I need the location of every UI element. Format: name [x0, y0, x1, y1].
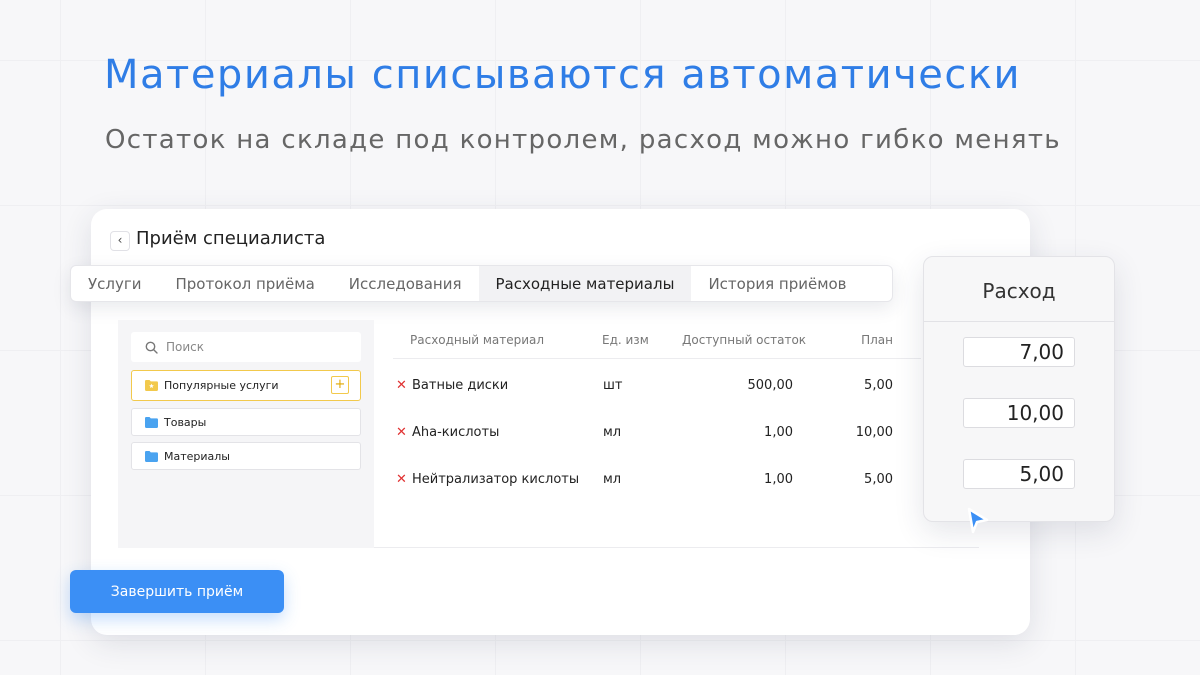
column-header: План	[861, 333, 893, 347]
finish-appointment-button[interactable]: Завершить приём	[70, 570, 284, 613]
column-header: Ед. изм	[602, 333, 649, 347]
unit: мл	[603, 472, 622, 487]
table-header: Расходный материал Ед. изм Доступный ост…	[393, 320, 921, 359]
table-row: ✕ Ватные диски шт 500,00 5,00	[393, 359, 921, 406]
tab-research[interactable]: Исследования	[332, 266, 479, 301]
pointer-cursor-icon	[967, 507, 989, 534]
folder-materials[interactable]: Материалы	[131, 442, 361, 470]
available-stock: 1,00	[764, 472, 793, 487]
folder-goods[interactable]: Товары	[131, 408, 361, 436]
column-header: Доступный остаток	[682, 333, 807, 347]
chevron-left-icon: ‹	[117, 233, 123, 247]
available-stock: 1,00	[764, 425, 793, 440]
table-divider	[374, 547, 979, 548]
folder-icon	[145, 450, 158, 462]
consumption-input[interactable]: 7,00	[963, 337, 1075, 367]
card-title: Приём специалиста	[136, 228, 326, 249]
material-name: Ватные диски	[412, 378, 509, 393]
tab-services[interactable]: Услуги	[71, 266, 158, 301]
available-stock: 500,00	[747, 378, 794, 393]
divider	[924, 321, 1114, 322]
folder-label: Материалы	[164, 449, 230, 463]
star-folder-icon	[145, 380, 158, 391]
material-name: Aha-кислоты	[412, 425, 500, 440]
consumption-input[interactable]: 5,00	[963, 459, 1075, 489]
consumption-input[interactable]: 10,00	[963, 398, 1075, 428]
folder-popular-services[interactable]: Популярные услуги +	[131, 370, 361, 401]
consumption-title: Расход	[982, 279, 1056, 303]
folder-icon	[145, 416, 158, 428]
back-button[interactable]: ‹	[110, 231, 130, 251]
unit: мл	[603, 425, 622, 440]
unit: шт	[603, 378, 623, 393]
plan-value: 5,00	[864, 378, 893, 393]
remove-icon[interactable]: ✕	[396, 472, 407, 487]
add-button[interactable]: +	[331, 376, 349, 394]
material-name: Нейтрализатор кислоты	[412, 472, 580, 487]
folder-label: Популярные услуги	[164, 379, 279, 392]
tab-bar: Услуги Протокол приёма Исследования Расх…	[70, 265, 893, 302]
column-header: Расходный материал	[410, 333, 545, 347]
search-icon	[145, 341, 158, 354]
search-placeholder: Поиск	[166, 340, 205, 354]
table-row: ✕ Нейтрализатор кислоты мл 1,00 5,00	[393, 453, 921, 500]
tab-protocol[interactable]: Протокол приёма	[158, 266, 331, 301]
consumption-panel: Расход 7,00 10,00 5,00	[923, 256, 1115, 522]
remove-icon[interactable]: ✕	[396, 425, 407, 440]
tab-history[interactable]: История приёмов	[691, 266, 863, 301]
tab-consumables[interactable]: Расходные материалы	[478, 266, 692, 301]
table-row: ✕ Aha-кислоты мл 1,00 10,00	[393, 406, 921, 453]
page-subheadline: Остаток на складе под контролем, расход …	[105, 125, 1061, 155]
remove-icon[interactable]: ✕	[396, 378, 407, 393]
page-headline: Материалы списываются автоматически	[104, 52, 1021, 98]
consumables-table: Расходный материал Ед. изм Доступный ост…	[393, 320, 921, 500]
plan-value: 5,00	[864, 472, 893, 487]
folder-label: Товары	[164, 415, 207, 429]
search-input[interactable]: Поиск	[131, 332, 361, 362]
plan-value: 10,00	[855, 425, 893, 440]
